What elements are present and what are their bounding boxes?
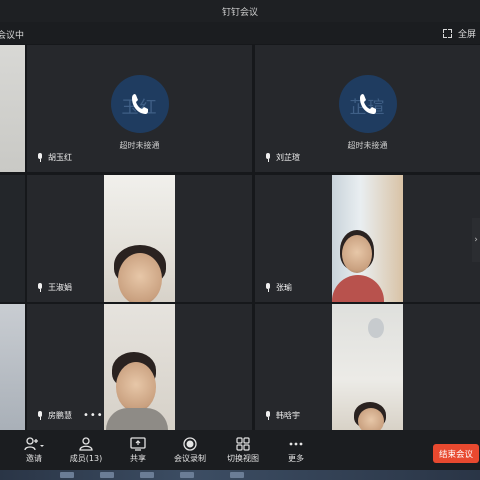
participant-name: 韩晗宇 xyxy=(276,411,300,420)
switch-view-button[interactable]: 切换视图 xyxy=(219,435,267,464)
video-feed xyxy=(104,175,175,302)
grid-view-icon xyxy=(236,437,250,451)
members-label: 成员(13) xyxy=(69,454,103,463)
meeting-toolbar: 邀请 成员(13) 共享 会议录制 切换视图 更多 xyxy=(0,430,480,470)
add-person-icon xyxy=(24,437,44,451)
window-titlebar: 钉钉会议 xyxy=(0,0,480,22)
fullscreen-icon xyxy=(442,29,452,38)
more-button[interactable]: 更多 xyxy=(272,435,320,464)
participant-namebar: 房鹏慧 ••• xyxy=(37,410,104,421)
taskbar-app-icon[interactable] xyxy=(60,472,74,478)
call-status: 超时未接通 xyxy=(119,141,160,150)
meeting-status-bar: 会议中 全屏 xyxy=(0,22,480,44)
taskbar-app-icon[interactable] xyxy=(140,472,154,478)
share-button[interactable]: 共享 xyxy=(114,435,162,464)
participant-name: 张瑜 xyxy=(276,283,292,292)
video-tile-partial[interactable] xyxy=(0,175,25,302)
record-button[interactable]: 会议录制 xyxy=(166,435,214,464)
participant-tile[interactable]: 房鹏慧 ••• xyxy=(27,304,252,430)
participant-tile[interactable]: 芷瑄 超时未接通 刘芷瑄 xyxy=(255,45,480,172)
microphone-icon xyxy=(265,283,271,292)
video-feed xyxy=(104,304,175,430)
chevron-right-icon: › xyxy=(474,235,478,245)
participant-namebar: 张瑜 xyxy=(265,282,292,293)
taskbar-app-icon[interactable] xyxy=(230,472,244,478)
call-status: 超时未接通 xyxy=(347,141,388,150)
screen-share-icon xyxy=(130,437,146,451)
fullscreen-label: 全屏 xyxy=(457,30,476,40)
microphone-icon xyxy=(37,153,43,162)
taskbar-app-icon[interactable] xyxy=(180,472,194,478)
participant-namebar: 韩晗宇 xyxy=(265,410,300,421)
avatar: 芷瑄 xyxy=(338,75,397,133)
members-icon xyxy=(79,437,93,451)
invite-label: 邀请 xyxy=(26,454,42,463)
record-label: 会议录制 xyxy=(174,454,206,463)
window-title: 钉钉会议 xyxy=(221,7,258,18)
participant-name: 房鹏慧 xyxy=(48,411,72,420)
participant-namebar: 王淑娟 xyxy=(37,282,72,293)
end-meeting-button[interactable]: 结束会议 xyxy=(433,444,479,463)
fullscreen-button[interactable]: 全屏 xyxy=(442,27,476,40)
phone-icon xyxy=(359,94,376,114)
participant-name: 刘芷瑄 xyxy=(276,153,300,162)
microphone-icon xyxy=(265,411,271,420)
meeting-status: 会议中 xyxy=(0,31,25,41)
microphone-icon xyxy=(265,153,271,162)
os-taskbar xyxy=(0,470,480,480)
video-tile-partial[interactable] xyxy=(0,45,25,172)
more-label: 更多 xyxy=(288,454,304,463)
microphone-icon xyxy=(37,411,43,420)
participant-namebar: 胡玉红 xyxy=(37,152,72,163)
video-feed xyxy=(332,175,403,302)
participant-tile[interactable]: 王淑娟 xyxy=(27,175,252,302)
participant-tile[interactable]: 张瑜 xyxy=(255,175,480,302)
members-button[interactable]: 成员(13) xyxy=(62,435,110,464)
avatar: 玉红 xyxy=(110,75,169,133)
participant-tile[interactable]: 玉红 超时未接通 胡玉红 xyxy=(27,45,252,172)
share-label: 共享 xyxy=(130,454,146,463)
more-icon xyxy=(289,442,303,446)
next-page-button[interactable]: › xyxy=(472,218,480,262)
participant-name: 王淑娟 xyxy=(48,283,72,292)
switch-view-label: 切换视图 xyxy=(227,454,259,463)
participant-tile[interactable]: 韩晗宇 xyxy=(255,304,480,430)
phone-icon xyxy=(131,94,148,114)
participant-name: 胡玉红 xyxy=(48,153,72,162)
more-options-icon[interactable]: ••• xyxy=(83,410,104,421)
microphone-icon xyxy=(37,283,43,292)
invite-button[interactable]: 邀请 xyxy=(10,435,58,464)
taskbar-app-icon[interactable] xyxy=(100,472,114,478)
record-icon xyxy=(183,437,197,451)
video-tile-partial[interactable] xyxy=(0,304,25,430)
video-feed xyxy=(332,304,403,430)
participant-namebar: 刘芷瑄 xyxy=(265,152,300,163)
